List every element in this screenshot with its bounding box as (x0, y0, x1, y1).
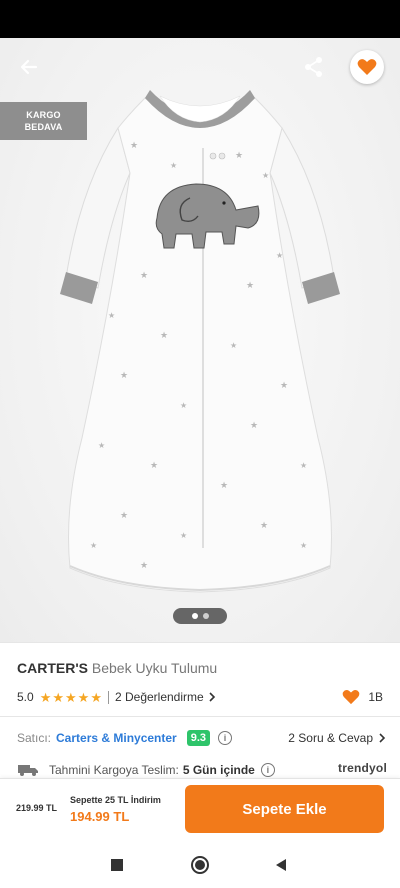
divider (0, 716, 400, 717)
svg-text:★: ★ (180, 531, 187, 540)
shipping-label: Tahmini Kargoya Teslim: (49, 763, 179, 777)
heart-icon (357, 59, 377, 75)
svg-text:★: ★ (170, 161, 177, 170)
divider (0, 642, 400, 643)
svg-text:★: ★ (108, 311, 115, 320)
star-icon: ★ (65, 689, 77, 705)
svg-text:★: ★ (235, 150, 243, 160)
snap (209, 152, 217, 160)
seller-row: Satıcı: Carters & Minycenter 9.3 i 2 Sor… (17, 728, 387, 748)
separator (107, 690, 109, 704)
chevron-right-icon (209, 692, 215, 702)
svg-text:★: ★ (300, 541, 307, 550)
svg-text:★: ★ (250, 420, 258, 430)
pager-dot[interactable] (202, 613, 209, 619)
svg-text:★: ★ (120, 370, 128, 380)
qa-link[interactable]: 2 Soru & Cevap (288, 731, 387, 745)
product-image-gallery[interactable]: ★ ★ ★ ★ ★ ★ ★ ★ ★ ★ ★ ★ ★ ★ ★ ★ ★ ★ ★ ★ ★ ★ ★ ★ KARG… (0, 38, 400, 642)
svg-text:★: ★ (276, 251, 283, 260)
snap (218, 152, 226, 160)
svg-text:★: ★ (230, 341, 237, 350)
recents-button[interactable] (106, 854, 128, 876)
star-icon: ★ (39, 689, 52, 705)
promo-text: Sepette 25 TL İndirim (70, 795, 161, 805)
svg-text:★: ★ (220, 480, 228, 490)
seller-score-badge: 9.3 (186, 730, 211, 746)
rating-stars: ★ ★ ★ ★ ★ (40, 691, 102, 704)
rating-row: 5.0 ★ ★ ★ ★ ★ 2 Değerlendirme 1B (17, 688, 383, 706)
home-circle-icon (191, 856, 209, 874)
brand-name[interactable]: CARTER'S (17, 660, 88, 676)
status-bar (0, 0, 400, 38)
back-nav-button[interactable] (270, 854, 292, 876)
badge-line2: BEDAVA (24, 122, 63, 132)
system-nav-bar (0, 840, 400, 888)
svg-text:★: ★ (300, 461, 307, 470)
likes-button[interactable]: 1B (342, 689, 383, 705)
pager-dot-active[interactable] (191, 613, 198, 619)
svg-text:★: ★ (280, 380, 288, 390)
badge-line1: KARGO (26, 110, 61, 120)
square-icon (111, 859, 123, 871)
svg-text:★: ★ (140, 270, 148, 280)
share-button[interactable] (297, 50, 331, 84)
arrow-left-icon (20, 59, 38, 75)
chevron-right-icon (379, 733, 386, 743)
rating-value: 5.0 (17, 690, 34, 704)
star-icon: ★ (90, 689, 102, 705)
likes-count: 1B (368, 690, 383, 704)
reviews-link[interactable]: 2 Değerlendirme (115, 690, 217, 704)
product-title: CARTER'S Bebek Uyku Tulumu (17, 660, 217, 676)
seller-name-link[interactable]: Carters & Minycenter (56, 731, 177, 745)
add-to-cart-button[interactable]: Sepete Ekle (185, 785, 384, 833)
product-name: Bebek Uyku Tulumu (91, 660, 218, 676)
share-icon (305, 57, 322, 77)
image-pager[interactable] (173, 608, 227, 624)
star-icon: ★ (77, 689, 90, 705)
svg-text:★: ★ (130, 140, 138, 150)
new-price: 194.99 TL (70, 809, 130, 824)
star-icon: ★ (52, 689, 64, 705)
free-shipping-badge: KARGO BEDAVA (0, 102, 87, 140)
svg-text:★: ★ (140, 560, 148, 570)
svg-text:★: ★ (160, 330, 168, 340)
purchase-bar: 219.99 TL Sepette 25 TL İndirim 194.99 T… (0, 778, 400, 840)
info-icon[interactable]: i (218, 731, 233, 745)
svg-text:★: ★ (180, 401, 187, 410)
reviews-label: 2 Değerlendirme (114, 690, 204, 704)
svg-text:★: ★ (262, 171, 269, 180)
svg-text:★: ★ (260, 520, 268, 530)
heart-icon (342, 689, 360, 705)
favorite-button[interactable] (350, 50, 384, 84)
svg-text:★: ★ (246, 280, 254, 290)
old-price: 219.99 TL (16, 803, 58, 813)
shipping-row: Tahmini Kargoya Teslim: 5 Gün içinde i t… (17, 761, 387, 779)
home-button[interactable] (189, 854, 211, 876)
seller-label: Satıcı: (17, 731, 52, 745)
qa-label: 2 Soru & Cevap (288, 731, 373, 745)
truck-icon (18, 765, 38, 776)
info-icon[interactable]: i (260, 763, 275, 777)
trendyol-logo: trendyol (338, 761, 387, 775)
triangle-back-icon (276, 859, 286, 871)
shipping-days: 5 Gün içinde (182, 763, 255, 777)
svg-text:★: ★ (98, 441, 105, 450)
svg-text:★: ★ (150, 460, 158, 470)
back-button[interactable] (12, 50, 46, 84)
svg-text:★: ★ (120, 510, 128, 520)
svg-text:★: ★ (90, 541, 97, 550)
